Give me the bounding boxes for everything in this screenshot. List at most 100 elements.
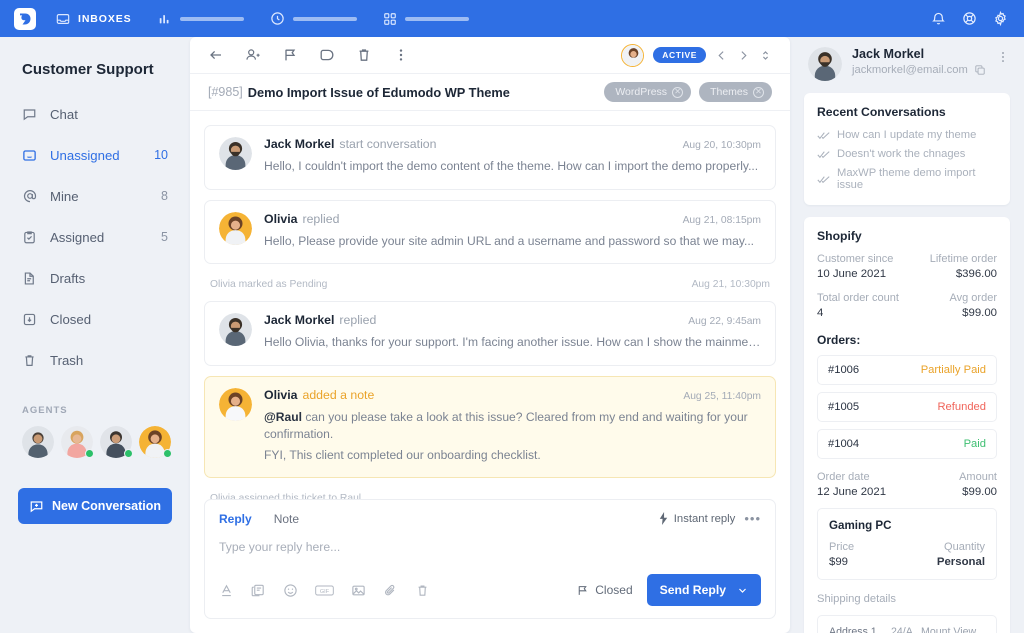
assignee-avatar[interactable] [621, 43, 645, 67]
gif-icon[interactable]: GIF [315, 584, 334, 597]
assign-user-icon[interactable] [245, 47, 261, 63]
order-row-1004[interactable]: #1004 Paid [817, 429, 997, 459]
message-item[interactable]: Jack Morkel replied Aug 22, 9:45am Hello… [204, 301, 776, 366]
recent-conversation-item[interactable]: How can I update my theme [817, 129, 997, 141]
at-sign-icon [22, 188, 44, 204]
tag-icon[interactable] [319, 47, 335, 63]
sidebar-label-closed: Closed [50, 311, 92, 327]
text-format-icon[interactable] [219, 583, 234, 598]
left-sidebar: Customer Support Chat Unassigned 10 Mine… [0, 37, 190, 633]
recent-conversation-item[interactable]: Doesn't work the chnages [817, 148, 997, 160]
gear-settings-icon[interactable] [993, 11, 1008, 26]
recent-conversation-item[interactable]: MaxWP theme demo import issue [817, 167, 997, 191]
image-icon[interactable] [351, 583, 366, 598]
copy-icon[interactable] [974, 64, 986, 76]
tab-note[interactable]: Note [274, 512, 299, 526]
order-row-1005[interactable]: #1005 Refunded [817, 392, 997, 422]
trash-icon [22, 353, 44, 368]
contact-more-icon[interactable] [996, 47, 1010, 64]
order-id: #1005 [828, 401, 860, 413]
shipping-row-address1: Address 1 24/A , Mount View [829, 626, 985, 633]
bell-icon[interactable] [931, 11, 946, 26]
sidebar-item-assigned[interactable]: Assigned 5 [0, 221, 190, 253]
nav-item-inboxes[interactable]: INBOXES [56, 12, 132, 26]
message-item[interactable]: Jack Morkel start conversation Aug 20, 1… [204, 125, 776, 190]
up-down-arrows-icon[interactable] [759, 49, 772, 62]
contact-email-row: jackmorkel@email.com [852, 64, 986, 76]
note-body: Olivia added a note Aug 25, 11:40pm @Rau… [264, 388, 761, 465]
reply-composer: Reply Note Instant reply ••• Type your r… [204, 499, 776, 619]
agent-avatar-4[interactable] [139, 426, 172, 458]
mention-raul[interactable]: @Raul [264, 410, 302, 424]
nav-item-reports[interactable] [158, 12, 244, 26]
nav-item-activity[interactable] [270, 11, 357, 26]
tab-reply[interactable]: Reply [219, 512, 252, 526]
detail-label: Amount [959, 471, 997, 483]
sidebar-item-mine[interactable]: Mine 8 [0, 180, 190, 212]
tag-wordpress[interactable]: WordPress ✕ [604, 82, 692, 102]
shopify-stats-row-2: Total order count 4 Avg order $99.00 [817, 292, 997, 319]
flag-icon[interactable] [282, 47, 298, 63]
online-indicator [124, 449, 133, 458]
order-row-1006[interactable]: #1006 Partially Paid [817, 355, 997, 385]
closed-status-button[interactable]: Closed [576, 583, 633, 597]
double-check-icon [817, 150, 830, 159]
sidebar-item-unassigned[interactable]: Unassigned 10 [0, 139, 190, 171]
avatar [219, 211, 252, 245]
stat-label: Total order count [817, 292, 899, 304]
composer-header-right: Instant reply ••• [658, 511, 761, 526]
sidebar-item-trash[interactable]: Trash [0, 344, 190, 376]
nav-item-apps[interactable] [383, 12, 469, 26]
more-vertical-icon[interactable] [393, 47, 409, 63]
avatar [219, 137, 252, 170]
closed-label: Closed [595, 583, 633, 597]
message-action: replied [339, 313, 377, 328]
send-reply-button[interactable]: Send Reply [646, 574, 761, 606]
contact-header: Jack Morkel jackmorkel@email.com [804, 37, 1010, 93]
tag-themes[interactable]: Themes ✕ [699, 82, 772, 102]
agent-avatar-3[interactable] [100, 426, 133, 458]
close-icon[interactable]: ✕ [753, 86, 764, 98]
chevron-left-icon[interactable] [715, 49, 728, 62]
double-check-icon [817, 131, 830, 140]
lightning-icon [658, 512, 669, 525]
new-conversation-button[interactable]: New Conversation [18, 488, 172, 524]
stat-value: $99.00 [962, 307, 997, 319]
sidebar-item-closed[interactable]: Closed [0, 303, 190, 335]
sidebar-item-chat[interactable]: Chat [0, 98, 190, 130]
order-status: Refunded [937, 401, 986, 413]
instant-reply-button[interactable]: Instant reply [658, 512, 735, 525]
back-arrow-icon[interactable] [208, 47, 224, 63]
message-author: Jack Morkel [264, 313, 335, 328]
trash-icon[interactable] [415, 583, 430, 598]
recent-conversations-card: Recent Conversations How can I update my… [804, 93, 1010, 205]
composer-more-icon[interactable]: ••• [744, 511, 761, 526]
message-item[interactable]: Olivia replied Aug 21, 08:15pm Hello, Pl… [204, 199, 776, 265]
new-conversation-icon [29, 499, 44, 514]
attachment-icon[interactable] [383, 583, 398, 598]
saved-reply-icon[interactable] [251, 583, 266, 598]
tag-label: WordPress [615, 86, 668, 98]
chevron-right-icon[interactable] [737, 49, 750, 62]
agent-avatar-1[interactable] [22, 426, 54, 458]
app-logo-icon[interactable] [14, 7, 36, 30]
reply-input[interactable]: Type your reply here... [205, 534, 775, 574]
chevron-down-icon[interactable] [737, 585, 748, 596]
sidebar-item-drafts[interactable]: Drafts [0, 262, 190, 294]
message-body: Jack Morkel replied Aug 22, 9:45am Hello… [264, 313, 761, 352]
stat-label: Customer since [817, 253, 894, 265]
order-status: Partially Paid [920, 364, 986, 376]
emoji-icon[interactable] [283, 583, 298, 598]
ticket-id: [#985] [208, 85, 243, 99]
product-name: Gaming PC [829, 519, 892, 532]
send-reply-label: Send Reply [659, 583, 726, 597]
product-price: Price $99 [829, 541, 907, 568]
agent-avatar-2[interactable] [61, 426, 94, 458]
lifebuoy-help-icon[interactable] [962, 11, 977, 26]
chat-bubble-icon [22, 107, 44, 122]
close-icon[interactable]: ✕ [672, 86, 684, 98]
conversation-toolbar: ACTIVE [190, 37, 790, 74]
note-item[interactable]: Olivia added a note Aug 25, 11:40pm @Rau… [204, 375, 776, 479]
trash-icon[interactable] [356, 47, 372, 63]
avatar [219, 387, 252, 421]
